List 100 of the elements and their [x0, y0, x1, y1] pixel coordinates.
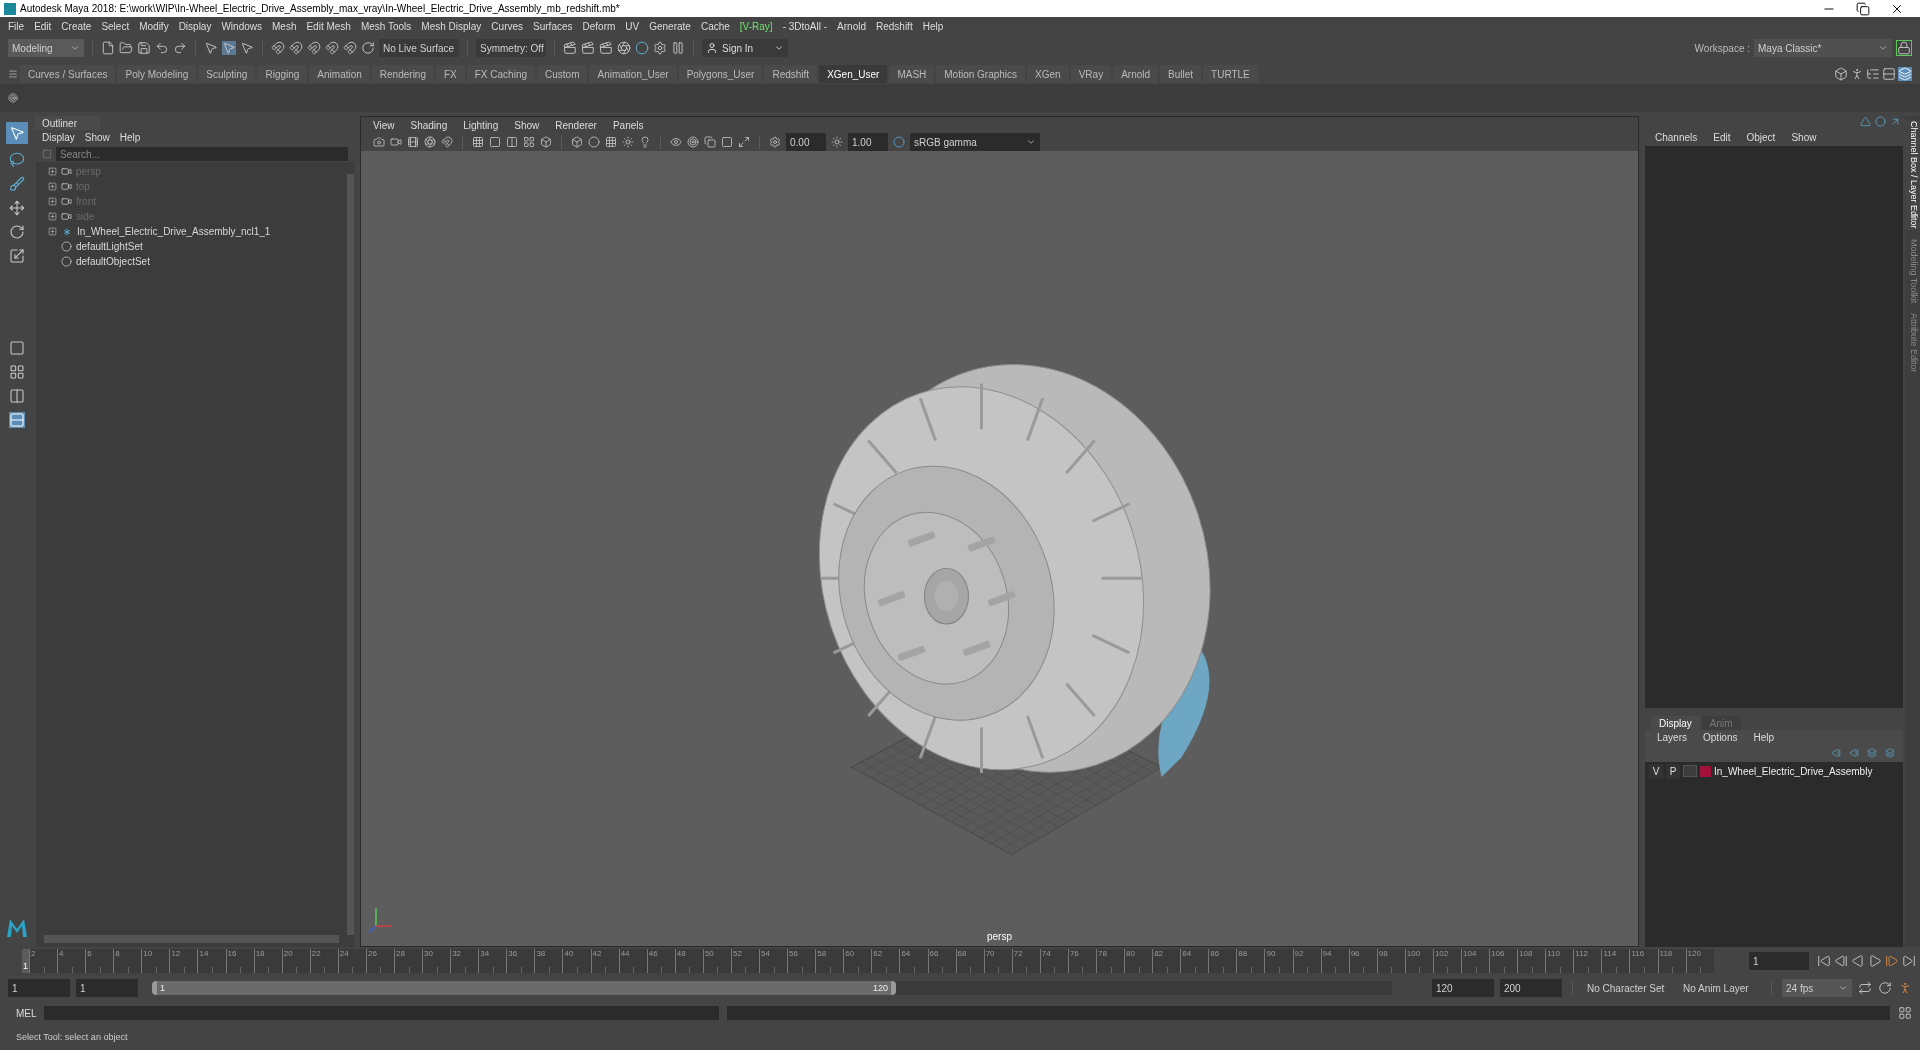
columns-icon[interactable]	[506, 136, 518, 148]
expand-icon[interactable]	[48, 227, 57, 236]
expand-icon[interactable]	[48, 197, 57, 206]
sphere-icon[interactable]	[588, 136, 600, 148]
step-back-icon[interactable]	[1834, 954, 1848, 968]
menu-item[interactable]: Curves	[491, 19, 524, 34]
shelf-options-icon[interactable]	[8, 93, 18, 103]
shelf-tab[interactable]: Custom	[537, 65, 588, 83]
outliner-menu-item[interactable]: Show	[84, 130, 110, 146]
paint-select-tool-icon[interactable]	[9, 176, 25, 192]
playback-toggle[interactable]: P	[1666, 763, 1680, 779]
set-icon[interactable]	[61, 256, 72, 267]
two-view-icon[interactable]	[9, 388, 25, 404]
checker-icon[interactable]	[605, 136, 617, 148]
magnet-icon[interactable]	[441, 136, 453, 148]
step-forward-icon[interactable]	[1885, 954, 1899, 968]
shelf-tab[interactable]: Bullet	[1160, 65, 1202, 83]
menu-item[interactable]: Arnold	[837, 19, 866, 34]
vertical-scrollbar[interactable]	[347, 174, 354, 935]
gamma-field[interactable]: 1.00	[848, 133, 888, 151]
pause-icon[interactable]	[671, 41, 685, 55]
expand-icon[interactable]	[48, 167, 57, 176]
menu-item[interactable]: Edit Mesh	[306, 19, 351, 34]
channel-box-menu-item[interactable]: Show	[1791, 130, 1817, 146]
camera-icon[interactable]	[61, 196, 72, 207]
four-view-icon[interactable]	[9, 364, 25, 380]
shelf-tab[interactable]: FX	[436, 65, 465, 83]
shelf-tab[interactable]: Motion Graphics	[936, 65, 1026, 83]
circle-icon[interactable]	[1875, 116, 1886, 127]
copy-icon[interactable]	[704, 136, 716, 148]
layer-menu-item[interactable]: Help	[1753, 730, 1775, 744]
scale-tool-icon[interactable]	[9, 248, 25, 264]
script-editor-icon[interactable]	[1898, 1006, 1912, 1020]
color-management-icon[interactable]	[893, 136, 905, 148]
viewport-menu-item[interactable]: Show	[514, 117, 540, 133]
current-frame-marker[interactable]: 1	[22, 949, 29, 973]
playback-end-field[interactable]: 120	[1432, 979, 1494, 997]
camera-icon[interactable]	[61, 166, 72, 177]
save-icon[interactable]	[137, 41, 151, 55]
menu-item[interactable]: Redshift	[876, 19, 913, 34]
exposure-field[interactable]: 0.00	[786, 133, 826, 151]
square-icon[interactable]	[721, 136, 733, 148]
menu-item[interactable]: Windows	[221, 19, 262, 34]
shelf-tab[interactable]: TURTLE	[1203, 65, 1258, 83]
playback-start-field[interactable]: 1	[76, 979, 138, 997]
new-layer-selected-icon[interactable]	[1885, 748, 1895, 758]
cube-icon[interactable]	[1834, 67, 1848, 81]
square-icon[interactable]	[489, 136, 501, 148]
camera-icon[interactable]	[61, 211, 72, 222]
visibility-toggle[interactable]: V	[1649, 763, 1663, 779]
cube-icon[interactable]	[571, 136, 583, 148]
expand-icon[interactable]	[48, 182, 57, 191]
camera-icon[interactable]	[61, 181, 72, 192]
menu-item[interactable]: Help	[922, 19, 944, 34]
gamma-icon[interactable]	[831, 136, 843, 148]
aperture-icon[interactable]	[424, 136, 436, 148]
video-icon[interactable]	[390, 136, 402, 148]
rotate-tool-icon[interactable]	[9, 224, 25, 240]
layer-menu-item[interactable]: Options	[1703, 730, 1738, 744]
layers-icon[interactable]	[1898, 67, 1912, 81]
target-icon[interactable]	[687, 136, 699, 148]
single-view-icon[interactable]	[9, 340, 25, 356]
shelf-tab[interactable]: XGen_User	[819, 65, 888, 83]
workspace-dropdown[interactable]: Maya Classic*	[1754, 39, 1892, 57]
select-hierarchy-icon[interactable]	[204, 41, 218, 55]
undo-icon[interactable]	[155, 41, 169, 55]
outliner-item[interactable]: defaultObjectSet	[36, 254, 347, 269]
side-tab[interactable]: Channel Box / Layer Editor	[1905, 120, 1920, 230]
rows-icon[interactable]	[1882, 67, 1896, 81]
current-frame-field[interactable]: 1	[1749, 952, 1809, 970]
layer-name[interactable]: In_Wheel_Electric_Drive_Assembly	[1714, 763, 1873, 779]
fps-dropdown[interactable]: 24 fps	[1782, 979, 1852, 997]
shelf-menu-icon[interactable]	[8, 69, 18, 79]
viewport-menu-item[interactable]: Lighting	[463, 117, 499, 133]
shelf-tab[interactable]: Redshift	[764, 65, 818, 83]
triangle-icon[interactable]	[1860, 116, 1871, 127]
expand-icon[interactable]	[48, 212, 57, 221]
menu-item[interactable]: Mesh Tools	[360, 19, 412, 34]
outliner-item[interactable]: defaultLightSet	[36, 239, 347, 254]
layer-state-toggle[interactable]	[1683, 765, 1697, 777]
camera-icon[interactable]	[373, 136, 385, 148]
channel-box-menu-item[interactable]: Edit	[1713, 130, 1731, 146]
go-to-end-icon[interactable]	[1902, 954, 1916, 968]
select-object-icon[interactable]	[222, 41, 236, 55]
lasso-tool-icon[interactable]	[9, 152, 25, 168]
loop-icon[interactable]	[1858, 981, 1872, 995]
film-icon[interactable]	[407, 136, 419, 148]
outliner-persp-layout-icon[interactable]	[9, 412, 25, 428]
command-input-field[interactable]	[44, 1006, 719, 1020]
shelf-tab[interactable]: Arnold	[1113, 65, 1159, 83]
menu-item[interactable]: UV	[625, 19, 640, 34]
menu-item[interactable]: Mesh	[272, 19, 297, 34]
shelf-tab[interactable]: MASH	[889, 65, 935, 83]
grid-icon[interactable]	[472, 136, 484, 148]
color-space-dropdown[interactable]: sRGB gamma	[910, 133, 1040, 151]
time-slider[interactable]: 1 2 4 6 8 10 12 14 16 18 20 22 24 26 28 30 32 34 36 38 40 42 44 46 48 50 52 54 56 58 60 62 64 66 68 70 72 74 76 78 80 82 84 86 88 90 92 94 96 98 100 102 104 106 108 110 112 114 116 118 120	[22, 949, 1714, 973]
restore-icon[interactable]	[1856, 1, 1870, 16]
layer-color-swatch[interactable]	[1700, 765, 1711, 777]
start-time-field[interactable]: 1	[8, 979, 70, 997]
go-to-start-icon[interactable]	[1817, 954, 1831, 968]
